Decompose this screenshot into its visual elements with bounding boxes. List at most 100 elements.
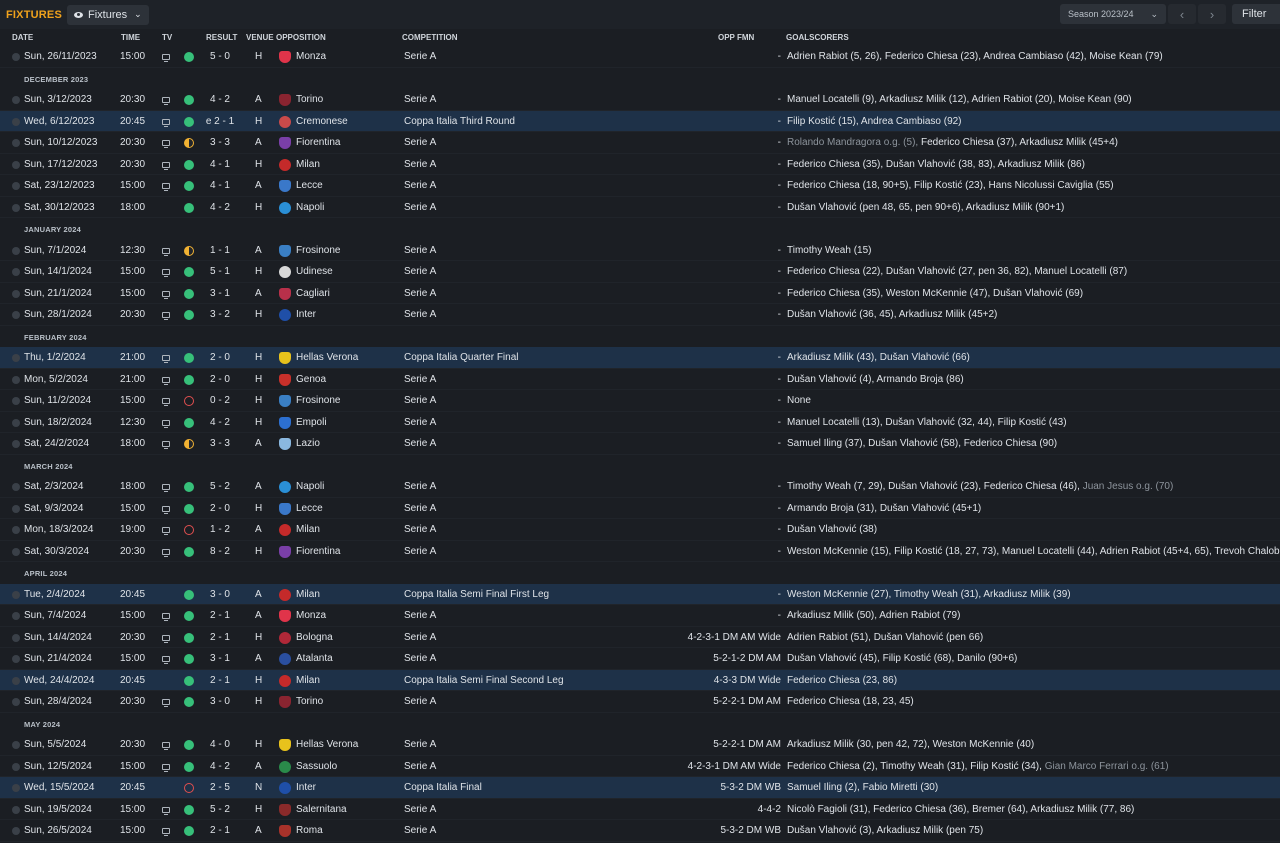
opposition-name[interactable]: Torino [296,94,323,105]
fixture-row[interactable]: Sun, 14/4/2024 20:30 2 - 1 H Bologna Serie A 4… [0,627,1280,648]
fixture-score[interactable]: 4 - 0 [200,739,240,750]
fixture-row[interactable]: Sat, 9/3/2024 15:00 2 - 0 H Lecce Serie A - Arm… [0,498,1280,519]
column-opp-fmn[interactable]: OPP FMN [718,33,754,42]
fixture-score[interactable]: 3 - 3 [200,137,240,148]
fixture-score[interactable]: 2 - 5 [200,782,240,793]
next-season-button[interactable]: › [1198,4,1226,24]
opposition-name[interactable]: Lecce [296,180,323,191]
competition-name[interactable]: Serie A [404,503,436,514]
fixture-score[interactable]: 1 - 2 [200,524,240,535]
fixture-row[interactable]: Sat, 24/2/2024 18:00 3 - 3 A Lazio Serie A - Sa… [0,433,1280,455]
opposition-name[interactable]: Milan [296,589,320,600]
opposition-name[interactable]: Salernitana [296,804,347,815]
column-tv[interactable]: TV [162,33,172,42]
fixture-score[interactable]: 2 - 1 [200,825,240,836]
competition-name[interactable]: Coppa Italia Third Round [404,116,515,127]
competition-name[interactable]: Serie A [404,288,436,299]
competition-name[interactable]: Serie A [404,180,436,191]
column-opposition[interactable]: OPPOSITION [276,33,326,42]
season-selector[interactable]: Season 2023/24 ⌄ [1060,4,1166,24]
opposition-name[interactable]: Sassuolo [296,761,337,772]
competition-name[interactable]: Serie A [404,524,436,535]
competition-name[interactable]: Coppa Italia Semi Final Second Leg [404,675,564,686]
fixture-score[interactable]: 2 - 0 [200,503,240,514]
opposition-name[interactable]: Milan [296,159,320,170]
fixture-row[interactable]: Sun, 26/5/2024 15:00 2 - 1 A Roma Serie A 5-3-… [0,820,1280,842]
fixture-score[interactable]: 2 - 1 [200,675,240,686]
competition-name[interactable]: Serie A [404,632,436,643]
fixture-row[interactable]: Sun, 26/11/2023 15:00 5 - 0 H Monza Serie A -A… [0,46,1280,68]
fixture-score[interactable]: 8 - 2 [200,546,240,557]
competition-name[interactable]: Serie A [404,309,436,320]
competition-name[interactable]: Serie A [404,610,436,621]
opposition-name[interactable]: Roma [296,825,323,836]
opposition-name[interactable]: Fiorentina [296,546,340,557]
competition-name[interactable]: Serie A [404,825,436,836]
fixture-row[interactable]: Sun, 3/12/2023 20:30 4 - 2 A Torino Serie A -M… [0,89,1280,111]
competition-name[interactable]: Serie A [404,761,436,772]
opposition-name[interactable]: Atalanta [296,653,333,664]
competition-name[interactable]: Serie A [404,417,436,428]
fixture-score[interactable]: 4 - 1 [200,180,240,191]
column-result[interactable]: RESULT [206,33,237,42]
competition-name[interactable]: Serie A [404,739,436,750]
competition-name[interactable]: Coppa Italia Final [404,782,482,793]
fixture-row[interactable]: Mon, 18/3/2024 19:00 1 - 2 A Milan Serie A - Du… [0,519,1280,541]
opposition-name[interactable]: Inter [296,782,316,793]
opposition-name[interactable]: Udinese [296,266,333,277]
opposition-name[interactable]: Cagliari [296,288,330,299]
fixture-score[interactable]: 0 - 2 [200,395,240,406]
fixture-row[interactable]: Sat, 2/3/2024 18:00 5 - 2 A Napoli Serie A - Ti… [0,476,1280,498]
fixture-score[interactable]: 3 - 2 [200,309,240,320]
opposition-name[interactable]: Hellas Verona [296,739,358,750]
fixture-score[interactable]: e 2 - 1 [200,116,240,127]
fixture-score[interactable]: 3 - 0 [200,696,240,707]
fixture-row[interactable]: Sun, 7/1/2024 12:30 1 - 1 A Frosinone Serie A… [0,240,1280,261]
fixture-score[interactable]: 5 - 2 [200,804,240,815]
opposition-name[interactable]: Napoli [296,202,324,213]
fixture-score[interactable]: 4 - 2 [200,417,240,428]
opposition-name[interactable]: Frosinone [296,395,340,406]
fixture-row[interactable]: Tue, 2/4/2024 20:45 3 - 0 A Milan Coppa Itali… [0,583,1280,605]
competition-name[interactable]: Serie A [404,94,436,105]
fixture-row[interactable]: Sun, 21/4/2024 15:00 3 - 1 A Atalanta Serie A… [0,648,1280,670]
fixture-row[interactable]: Sun, 7/4/2024 15:00 2 - 1 A Monza Serie A - Ark… [0,605,1280,627]
fixture-row[interactable]: Sun, 19/5/2024 15:00 5 - 2 H Salernitana Seri… [0,799,1280,820]
fixture-row[interactable]: Wed, 24/4/2024 20:45 2 - 1 H Milan Coppa Ital… [0,669,1280,691]
fixture-score[interactable]: 3 - 3 [200,438,240,449]
opposition-name[interactable]: Napoli [296,481,324,492]
fixture-row[interactable]: Mon, 5/2/2024 21:00 2 - 0 H Genoa Serie A - Duš… [0,369,1280,390]
opposition-name[interactable]: Cremonese [296,116,348,127]
column-goalscorers[interactable]: GOALSCORERS [786,33,849,42]
competition-name[interactable]: Coppa Italia Quarter Final [404,352,519,363]
opposition-name[interactable]: Monza [296,51,326,62]
competition-name[interactable]: Serie A [404,438,436,449]
column-venue[interactable]: VENUE [246,33,274,42]
fixture-score[interactable]: 4 - 2 [200,761,240,772]
fixture-row[interactable]: Sun, 21/1/2024 15:00 3 - 1 A Cagliari Serie A… [0,283,1280,304]
column-date[interactable]: DATE [12,33,33,42]
competition-name[interactable]: Serie A [404,546,436,557]
competition-name[interactable]: Serie A [404,696,436,707]
fixture-row[interactable]: Thu, 1/2/2024 21:00 2 - 0 H Hellas Verona Cop… [0,347,1280,369]
fixture-score[interactable]: 5 - 0 [200,51,240,62]
competition-name[interactable]: Serie A [404,51,436,62]
opposition-name[interactable]: Milan [296,675,320,686]
fixture-row[interactable]: Sun, 11/2/2024 15:00 0 - 2 H Frosinone Serie … [0,390,1280,412]
opposition-name[interactable]: Fiorentina [296,137,340,148]
fixture-score[interactable]: 3 - 0 [200,589,240,600]
opposition-name[interactable]: Monza [296,610,326,621]
opposition-name[interactable]: Inter [296,309,316,320]
competition-name[interactable]: Serie A [404,653,436,664]
opposition-name[interactable]: Torino [296,696,323,707]
competition-name[interactable]: Serie A [404,374,436,385]
competition-name[interactable]: Serie A [404,395,436,406]
fixture-row[interactable]: Sun, 17/12/2023 20:30 4 - 1 H Milan Serie A -F… [0,154,1280,175]
column-competition[interactable]: COMPETITION [402,33,458,42]
opposition-name[interactable]: Lazio [296,438,320,449]
competition-name[interactable]: Serie A [404,202,436,213]
fixture-row[interactable]: Sat, 23/12/2023 15:00 4 - 1 A Lecce Serie A -F… [0,175,1280,197]
fixture-row[interactable]: Sat, 30/3/2024 20:30 8 - 2 H Fiorentina Serie… [0,541,1280,562]
fixture-score[interactable]: 4 - 2 [200,94,240,105]
competition-name[interactable]: Serie A [404,266,436,277]
